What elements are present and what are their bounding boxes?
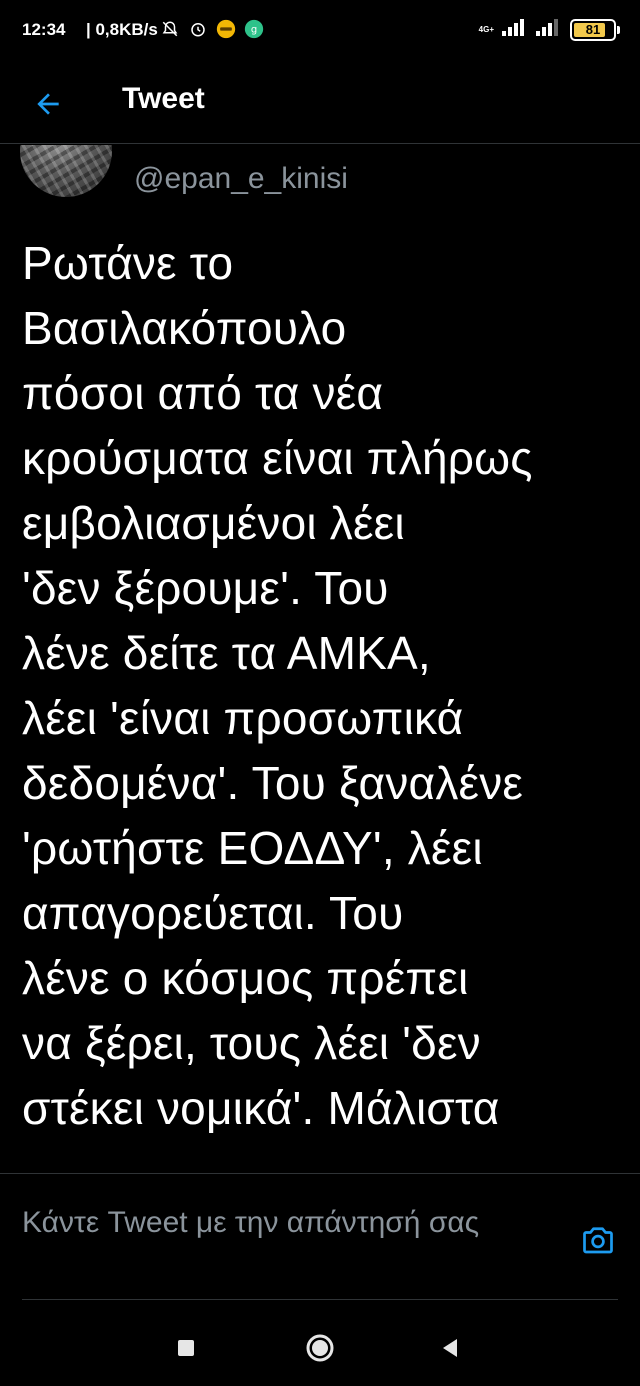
reply-input[interactable]: Κάντε Tweet με την απάντησή σας (22, 1202, 542, 1244)
battery-icon: 81 (570, 18, 620, 41)
signal-2-icon (536, 18, 562, 41)
status-time: 12:34 (22, 20, 66, 39)
tweet-text: Ρωτάνε το Βασιλακόπουλο πόσοι από τα νέα… (22, 237, 533, 1134)
tweet-username[interactable]: @epan_e_kinisi (134, 162, 348, 196)
recent-apps-button[interactable] (166, 1328, 206, 1368)
battery-level: 81 (585, 22, 601, 37)
status-network-speed: | 0,8KB/s (86, 20, 158, 39)
system-nav-bar (0, 1300, 640, 1386)
bank-app-icon (216, 19, 236, 39)
status-notification-icons: g (160, 19, 264, 39)
green-app-icon: g (244, 19, 264, 39)
page-title: Tweet (122, 82, 205, 115)
signal-icon (502, 18, 528, 41)
network-type: 4G+ (478, 24, 494, 34)
home-icon (306, 1334, 334, 1362)
app-window: 12:34 | 0,8KB/s g 4G+ 81 Tweet @epan_e_k… (0, 0, 640, 1386)
back-icon (443, 1339, 457, 1357)
camera-icon (583, 1227, 613, 1254)
tweet: @epan_e_kinisi Ρωτάνε το Βασιλακόπουλο π… (0, 145, 640, 1173)
reply-composer[interactable]: Κάντε Tweet με την απάντησή σας (0, 1173, 640, 1299)
top-bar: Tweet (0, 64, 640, 144)
arrow-left-icon (37, 93, 59, 115)
svg-text:g: g (251, 24, 257, 35)
camera-button[interactable] (578, 1220, 618, 1260)
home-button[interactable] (300, 1328, 340, 1368)
system-back-button[interactable] (430, 1328, 470, 1368)
status-bar: 12:34 | 0,8KB/s g 4G+ 81 (0, 0, 640, 64)
avatar[interactable] (20, 145, 112, 197)
alarm-off-icon (160, 19, 180, 39)
back-button[interactable] (26, 82, 70, 126)
recent-apps-icon (178, 1340, 194, 1356)
alarm-clock-icon (188, 19, 208, 39)
status-right-icons: 4G+ 81 (478, 18, 620, 41)
